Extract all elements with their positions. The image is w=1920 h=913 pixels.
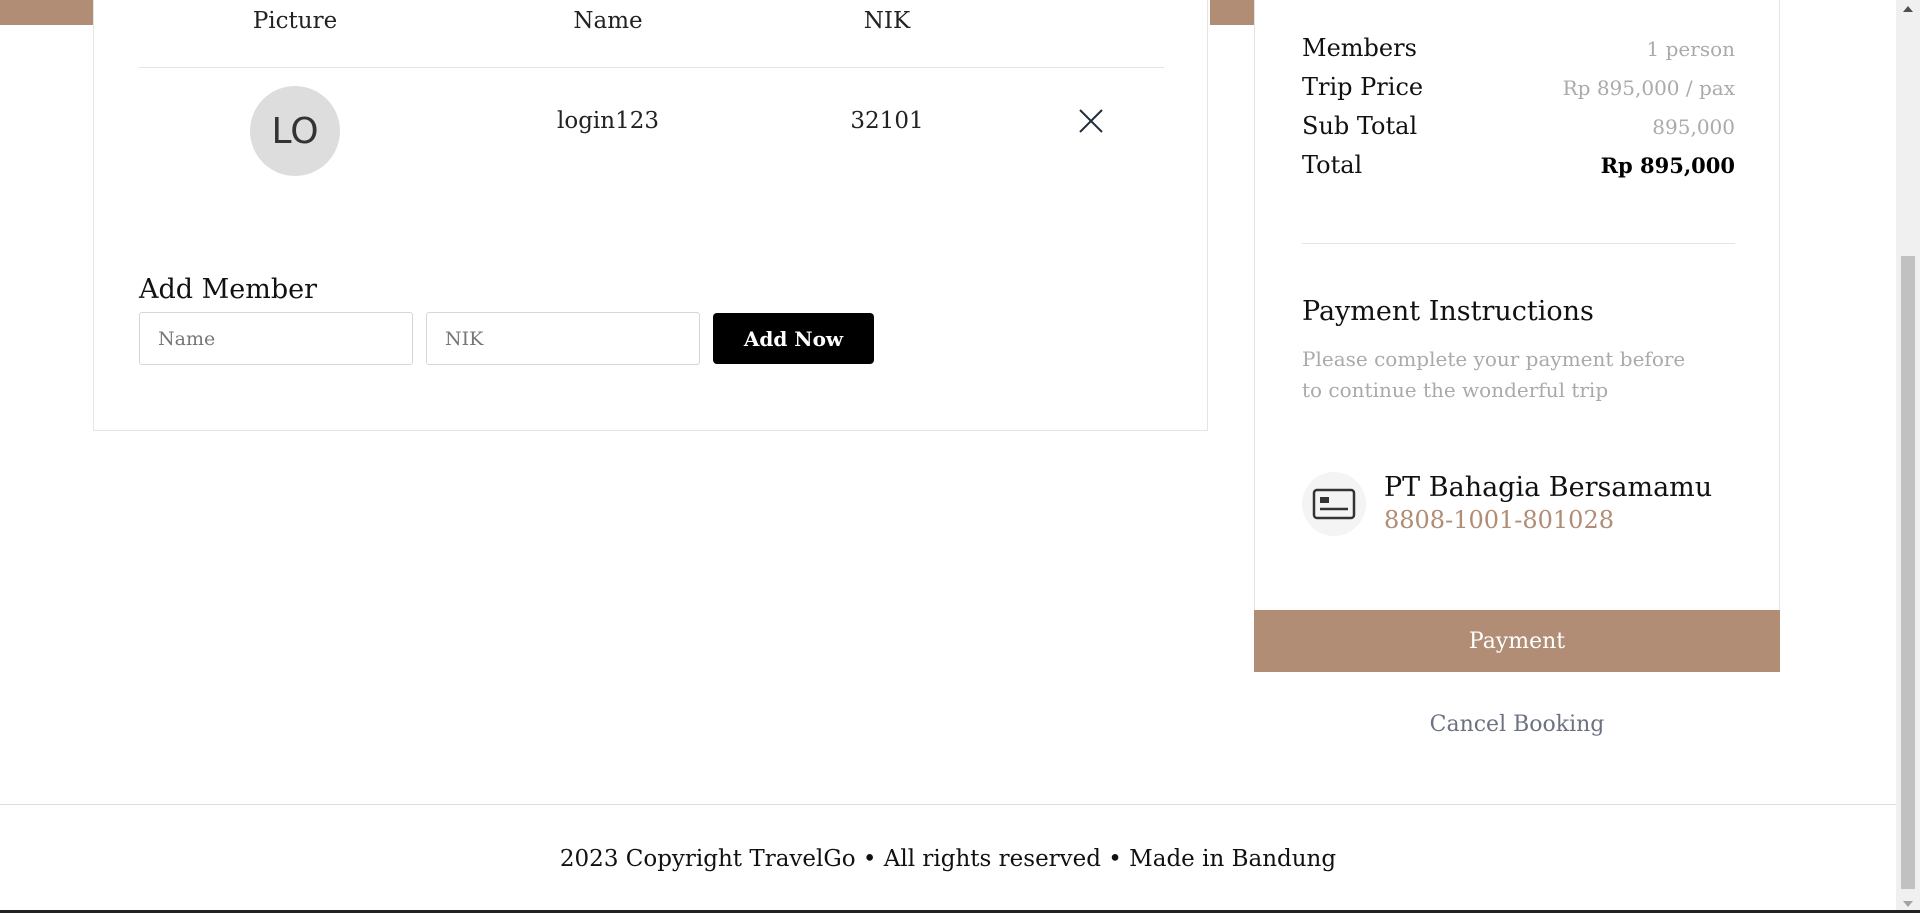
member-nik: 32101	[850, 108, 924, 134]
close-icon	[1079, 109, 1103, 133]
scroll-up-arrow[interactable]	[1896, 0, 1920, 18]
members-label: Members	[1302, 34, 1417, 62]
add-now-button[interactable]: Add Now	[713, 313, 874, 364]
bank-account-number: 8808-1001-801028	[1384, 506, 1614, 534]
header-band-left	[0, 0, 93, 25]
subtotal-label: Sub Total	[1302, 112, 1418, 140]
bank-icon-badge	[1302, 472, 1366, 536]
member-nik-input[interactable]	[426, 312, 700, 365]
payment-instructions-text: Please complete your payment before to c…	[1302, 347, 1686, 402]
avatar: LO	[250, 86, 340, 176]
member-name: login123	[557, 108, 659, 134]
bank-name: PT Bahagia Bersamamu	[1384, 472, 1713, 503]
booking-summary-card: Members 1 person Trip Price Rp 895,000 /…	[1254, 0, 1780, 672]
add-member-title: Add Member	[139, 274, 318, 305]
payment-instructions-title: Payment Instructions	[1302, 296, 1594, 327]
table-divider	[139, 67, 1164, 68]
payment-button[interactable]: Payment	[1254, 610, 1780, 672]
vertical-scrollbar[interactable]	[1896, 0, 1920, 913]
subtotal-value: 895,000	[1652, 115, 1735, 139]
total-label: Total	[1302, 151, 1363, 179]
members-card: Picture Name NIK LO login123 32101 Add M…	[93, 0, 1208, 431]
members-value: 1 person	[1646, 37, 1735, 61]
summary-row-subtotal: Sub Total 895,000	[1302, 112, 1735, 140]
footer-copyright: 2023 Copyright TravelGo • All rights res…	[559, 846, 1337, 872]
total-value: Rp 895,000	[1600, 153, 1735, 178]
cancel-booking-link[interactable]: Cancel Booking	[1430, 712, 1605, 737]
trip-price-value: Rp 895,000 / pax	[1562, 76, 1735, 100]
triangle-up-icon	[1903, 6, 1913, 12]
remove-member-button[interactable]	[1071, 101, 1111, 141]
summary-row-members: Members 1 person	[1302, 34, 1735, 62]
column-header-name: Name	[573, 8, 643, 34]
summary-row-trip-price: Trip Price Rp 895,000 / pax	[1302, 73, 1735, 101]
column-header-picture: Picture	[252, 8, 338, 34]
trip-price-label: Trip Price	[1302, 73, 1424, 101]
member-name-input[interactable]	[139, 312, 413, 365]
footer-divider	[0, 804, 1896, 805]
summary-divider	[1302, 243, 1735, 244]
summary-row-total: Total Rp 895,000	[1302, 151, 1735, 179]
scrollbar-thumb[interactable]	[1901, 256, 1915, 889]
credit-card-icon	[1312, 488, 1356, 520]
triangle-down-icon	[1903, 901, 1913, 907]
column-header-nik: NIK	[863, 8, 911, 34]
